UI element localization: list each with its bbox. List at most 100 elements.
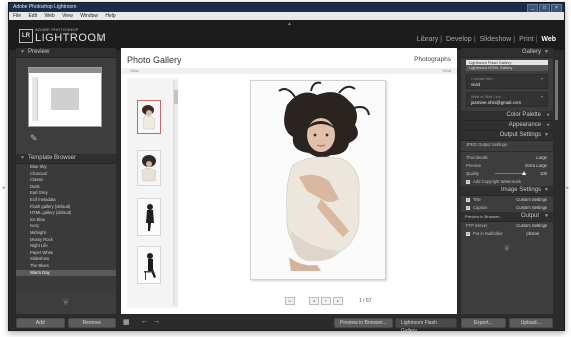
image-settings-header[interactable]: Image Settings ▼ <box>461 185 553 196</box>
menu-web[interactable]: Web <box>44 13 54 19</box>
template-item[interactable]: Paper White <box>16 250 116 257</box>
remove-template-button[interactable]: Remove <box>67 318 116 328</box>
lightroom-logo-icon: LR <box>19 29 33 43</box>
gallery-subbar: View Vivid <box>121 68 457 74</box>
module-develop[interactable]: Develop <box>446 36 472 43</box>
template-item[interactable]: Mossy Rock <box>16 237 116 244</box>
grid-icon[interactable]: ▦ <box>123 318 130 326</box>
gallery-section-header[interactable]: Gallery ▼ <box>461 48 553 58</box>
grid-view-button[interactable]: ▭ <box>285 297 295 305</box>
quality-slider[interactable] <box>495 171 527 176</box>
ornament-icon: ❦ <box>503 242 511 253</box>
play-button[interactable]: ▪ <box>321 297 331 305</box>
thumbnails-row[interactable]: Thumbnails Large <box>461 154 553 162</box>
add-template-button[interactable]: Add <box>16 318 65 328</box>
template-item[interactable]: Earl Grey <box>16 190 116 197</box>
right-panel: Gallery ▼ Lightroom Flash Gallery Lightro… <box>461 48 553 314</box>
quality-row: Quality 100 <box>466 170 547 176</box>
thumbnail-scrollbar[interactable] <box>173 80 178 306</box>
back-arrow-icon[interactable]: ← <box>141 318 148 325</box>
thumbnails-select[interactable]: Large <box>536 154 547 162</box>
color-palette-header[interactable]: Color Palette ◂ <box>461 110 553 121</box>
thumbnail[interactable] <box>137 246 161 284</box>
template-item[interactable]: Dusk <box>16 184 116 191</box>
caption-row[interactable]: ✓ Caption Custom Settings <box>461 204 553 212</box>
title-row[interactable]: ✓ Title Custom Settings <box>461 196 553 204</box>
template-item[interactable]: Warm Day <box>16 269 116 277</box>
output-settings-header[interactable]: Output Settings ▼ <box>461 130 553 141</box>
forward-arrow-icon[interactable]: → <box>153 318 160 325</box>
template-item[interactable]: Exif metadata <box>16 197 116 204</box>
preview-panel-header[interactable]: ▼ Preview <box>16 48 116 58</box>
module-library[interactable]: Library <box>417 36 438 43</box>
menu-file[interactable]: File <box>13 13 21 19</box>
gallery-option-html[interactable]: Lightroom HTML Gallery <box>466 65 548 71</box>
right-buttons: Export... Upload... <box>461 318 553 328</box>
pager: ▭ ◂ ▪ ▸ 1 / 67 <box>285 297 372 305</box>
disclosure-down-icon: ▼ <box>544 49 549 55</box>
upload-button[interactable]: Upload... <box>508 318 553 328</box>
menu-window[interactable]: Window <box>80 13 98 19</box>
template-item[interactable]: Ice Blue <box>16 217 116 224</box>
menu-edit[interactable]: Edit <box>28 13 37 19</box>
collapse-left-icon[interactable]: ◂ <box>2 185 5 191</box>
thumbnail[interactable] <box>137 150 161 186</box>
caption-select[interactable]: Custom Settings <box>516 204 547 212</box>
contact-info-field[interactable]: Contact Info ▾ vivid <box>466 73 548 89</box>
gallery-collection-title: Photographs <box>414 56 451 63</box>
thumbnail[interactable] <box>137 100 161 134</box>
menu-help[interactable]: Help <box>105 13 115 19</box>
gallery-view-label: View <box>130 68 139 73</box>
ftp-server-row[interactable]: FTP Server Custom Settings <box>461 222 553 230</box>
disclosure-down-icon: ▼ <box>544 212 549 219</box>
output-header[interactable]: Preview in Browser... Output ▼ <box>461 211 553 222</box>
web-link-field[interactable]: Web or Mail Link ▾ jasmine.shin@gmail.co… <box>466 91 548 107</box>
layout-preview-image <box>28 67 102 127</box>
quality-value: 100 <box>540 170 547 176</box>
subfolder-checkbox[interactable]: ✓ <box>466 231 470 236</box>
preview-in-browser-button[interactable]: Preview in Browser... <box>334 318 393 328</box>
right-panel-scrollbar[interactable] <box>555 60 558 120</box>
caption-checkbox[interactable]: ✓ <box>466 205 470 210</box>
ftp-server-select[interactable]: Custom Settings <box>516 222 547 230</box>
template-item[interactable]: Flash gallery (default) <box>16 204 116 211</box>
gallery-type-label: Lightroom Flash Gallery <box>395 318 457 334</box>
template-item[interactable]: Blue Sky <box>16 164 116 171</box>
template-item[interactable]: Ivory <box>16 223 116 230</box>
module-slideshow[interactable]: Slideshow <box>479 36 511 43</box>
template-item[interactable]: Classic <box>16 177 116 184</box>
gallery-type-list: Lightroom Flash Gallery Lightroom HTML G… <box>466 60 548 71</box>
collapse-top-icon[interactable]: ▲ <box>287 21 292 27</box>
window-title: Adobe Photoshop Lightroom <box>13 4 77 10</box>
module-web[interactable]: Web <box>541 36 556 43</box>
menu-view[interactable]: View <box>62 13 73 19</box>
export-button[interactable]: Export... <box>461 318 506 328</box>
template-item[interactable]: Night Life <box>16 243 116 250</box>
template-item[interactable]: Charcoal <box>16 171 116 178</box>
module-print[interactable]: Print <box>519 36 533 43</box>
collapse-right-icon[interactable]: ▸ <box>566 185 569 191</box>
disclosure-down-icon: ▼ <box>544 186 549 193</box>
watermark-checkbox[interactable]: ✓ <box>466 179 470 184</box>
logo-version: 1.0 <box>92 34 104 43</box>
template-item[interactable]: The Blues <box>16 263 116 270</box>
next-image-button[interactable]: ▸ <box>333 297 343 305</box>
subfolder-row[interactable]: ✓ Put in Subfolder photos <box>461 230 553 238</box>
disclosure-left-icon: ◂ <box>546 121 549 128</box>
appearance-header[interactable]: Appearance ◂ <box>461 120 553 131</box>
template-item[interactable]: Slideshow <box>16 256 116 263</box>
template-item[interactable]: Midnight <box>16 230 116 237</box>
title-checkbox[interactable]: ✓ <box>466 197 470 202</box>
thumbnail-strip <box>127 78 178 308</box>
previous-image-button[interactable]: ◂ <box>309 297 319 305</box>
gallery-title: Photo Gallery <box>127 55 182 65</box>
title-select[interactable]: Custom Settings <box>516 196 547 204</box>
subfolder-input[interactable]: photos <box>526 230 539 238</box>
template-item[interactable]: HTML gallery (default) <box>16 210 116 217</box>
watermark-row[interactable]: ✓ Add Copyright Watermark <box>461 178 553 186</box>
preview-size-row[interactable]: Preview Extra Large <box>461 162 553 170</box>
disclosure-down-icon: ▼ <box>544 131 549 138</box>
thumbnail[interactable] <box>137 198 161 236</box>
template-browser-header[interactable]: ▼ Template Browser <box>16 154 116 164</box>
preview-size-select[interactable]: Extra Large <box>525 162 547 170</box>
